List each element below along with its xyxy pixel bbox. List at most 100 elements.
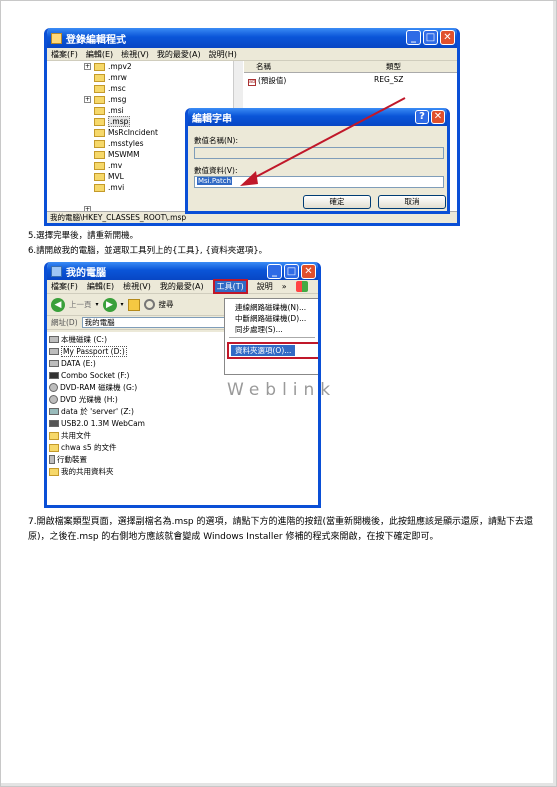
folder-icon (94, 62, 105, 71)
tree-item[interactable]: MsRcIncident (94, 127, 158, 138)
tree-item-selected[interactable]: .msp (94, 116, 131, 127)
cancel-button[interactable]: 取消 (378, 195, 446, 209)
dvd-icon (49, 383, 58, 392)
address-label: 網址(D) (51, 318, 78, 327)
tree-item[interactable]: .mvi (94, 182, 124, 193)
registry-menu-bar: 檔案(F) 編輯(E) 檢視(V) 我的最愛(A) 說明(H) (47, 48, 457, 61)
menu-edit[interactable]: 編輯(E) (87, 281, 114, 292)
folder-icon (94, 128, 105, 137)
folder-options-highlight (227, 342, 318, 359)
menu-view[interactable]: 檢視(V) (121, 49, 149, 60)
folder-icon (94, 84, 105, 93)
tree-item[interactable]: MSWMM (94, 149, 140, 160)
folder-icon (94, 117, 105, 126)
tree-item[interactable]: .msc (94, 83, 126, 94)
shared-folder-icon (49, 467, 59, 476)
search-icon[interactable] (143, 299, 155, 310)
ok-button[interactable]: 確定 (303, 195, 371, 209)
menu-help[interactable]: 說明 (257, 281, 273, 292)
menu-map-network-drive[interactable]: 連線網路磁碟機(N)... (235, 302, 306, 313)
column-type[interactable]: 類型 (374, 61, 401, 72)
hard-disk-icon (49, 336, 59, 343)
menu-file[interactable]: 檔案(F) (51, 281, 78, 292)
close-button[interactable]: ✕ (440, 30, 455, 45)
menu-help[interactable]: 說明(H) (209, 49, 237, 60)
menu-file[interactable]: 檔案(F) (51, 49, 78, 60)
string-value-icon: ab (248, 79, 256, 86)
up-folder-icon[interactable] (127, 298, 140, 311)
dropdown-icon[interactable]: ▾ (96, 301, 99, 308)
value-data-text: Msi.Patch (197, 177, 233, 185)
menu-synchronize[interactable]: 同步處理(S)... (235, 324, 283, 335)
mobile-device-icon (49, 455, 55, 464)
folder-icon (94, 183, 105, 192)
drive-item[interactable]: 本機磁碟 (C:) (49, 334, 107, 345)
drive-item[interactable]: My Passport (D:) (49, 346, 127, 357)
dialog-close-button[interactable]: ✕ (431, 110, 445, 124)
menu-favorites[interactable]: 我的最愛(A) (157, 49, 201, 60)
tree-item[interactable]: .mv (94, 160, 122, 171)
maximize-button[interactable]: □ (423, 30, 438, 45)
step-5-text: 5.選擇完畢後，請重新開機。 (28, 231, 139, 241)
menu-disconnect-network-drive[interactable]: 中斷網路磁碟機(D)... (235, 313, 306, 324)
step-6-text: 6.請開啟我的電腦，並選取工具列上的{工具}, {資料夾選項}。 (28, 246, 268, 256)
drive-item[interactable]: data 於 'server' (Z:) (49, 406, 134, 417)
value-data-field[interactable]: Msi.Patch (194, 176, 444, 188)
menu-favorites[interactable]: 我的最愛(A) (160, 281, 204, 292)
drive-item[interactable]: Combo Socket (F:) (49, 370, 129, 381)
drive-item[interactable]: DVD 光碟機 (H:) (49, 394, 118, 405)
back-arrow-icon[interactable]: ◀ (51, 297, 65, 312)
tree-item[interactable]: MVL (94, 171, 124, 182)
expand-icon[interactable]: + (84, 63, 91, 70)
folder-icon (94, 106, 105, 115)
folder-icon (49, 443, 59, 452)
mycomputer-title-bar[interactable]: 我的電腦 _ □ ✕ (47, 262, 318, 280)
address-value: 我的電腦 (84, 318, 115, 327)
forward-arrow-icon[interactable]: ▶ (102, 297, 117, 312)
maximize-button[interactable]: □ (284, 264, 299, 279)
drive-item[interactable]: 行動裝置 (49, 454, 87, 465)
menu-view[interactable]: 檢視(V) (123, 281, 151, 292)
search-button-label[interactable]: 搜尋 (159, 299, 174, 310)
tree-item[interactable]: .msg (94, 94, 126, 105)
dialog-title-bar[interactable]: 編輯字串 ? ✕ (188, 108, 447, 126)
expand-icon[interactable]: + (84, 96, 91, 103)
registry-title: 登錄編輯程式 (66, 34, 126, 46)
mycomputer-menu-bar: 檔案(F) 編輯(E) 檢視(V) 我的最愛(A) 工具(T) 說明 » (47, 279, 318, 294)
menu-tools[interactable]: 工具(T) (212, 279, 248, 294)
column-name[interactable]: 名稱 (244, 61, 374, 72)
tree-item[interactable]: .mpv2 (94, 61, 132, 72)
watermark: Weblink (227, 380, 337, 400)
tree-item[interactable]: .msstyles (94, 138, 144, 149)
registry-title-bar[interactable]: 登錄編輯程式 _ □ ✕ (47, 28, 457, 48)
tools-menu: 連線網路磁碟機(N)... 中斷網路磁碟機(D)... 同步處理(S)... 資… (224, 298, 318, 375)
folder-icon (94, 161, 105, 170)
drive-item[interactable]: chwa s5 的文件 (49, 442, 117, 453)
value-row[interactable]: ab (預設值) REG_SZ (244, 73, 457, 86)
minimize-button[interactable]: _ (406, 30, 421, 45)
drive-item[interactable]: 我的共用資料夾 (49, 466, 114, 477)
close-button[interactable]: ✕ (301, 264, 316, 279)
folder-icon (94, 172, 105, 181)
edit-string-dialog: 編輯字串 ? ✕ 數值名稱(N): 數值資料(V): Msi.Patch 確定 … (185, 108, 450, 214)
drive-item[interactable]: DVD-RAM 磁碟機 (G:) (49, 382, 137, 393)
folder-icon (94, 139, 105, 148)
help-button[interactable]: ? (415, 110, 429, 124)
tree-item[interactable]: .mrw (94, 72, 127, 83)
folder-icon (49, 431, 59, 440)
dropdown-icon[interactable]: ▾ (121, 301, 124, 308)
dialog-title: 編輯字串 (192, 113, 232, 125)
tree-item[interactable]: .msi (94, 105, 124, 116)
drive-item[interactable]: DATA (E:) (49, 358, 96, 369)
list-header: 名稱 類型 (244, 61, 457, 73)
menu-edit[interactable]: 編輯(E) (86, 49, 113, 60)
hard-disk-icon (49, 348, 59, 355)
drive-item[interactable]: USB2.0 1.3M WebCam (49, 418, 145, 429)
hard-disk-icon (49, 360, 59, 367)
folder-icon (94, 95, 105, 104)
menu-more[interactable]: » (282, 282, 287, 291)
drive-item[interactable]: 共用文件 (49, 430, 91, 441)
card-reader-icon (49, 372, 59, 379)
back-button-label[interactable]: 上一頁 (69, 299, 92, 310)
minimize-button[interactable]: _ (267, 264, 282, 279)
